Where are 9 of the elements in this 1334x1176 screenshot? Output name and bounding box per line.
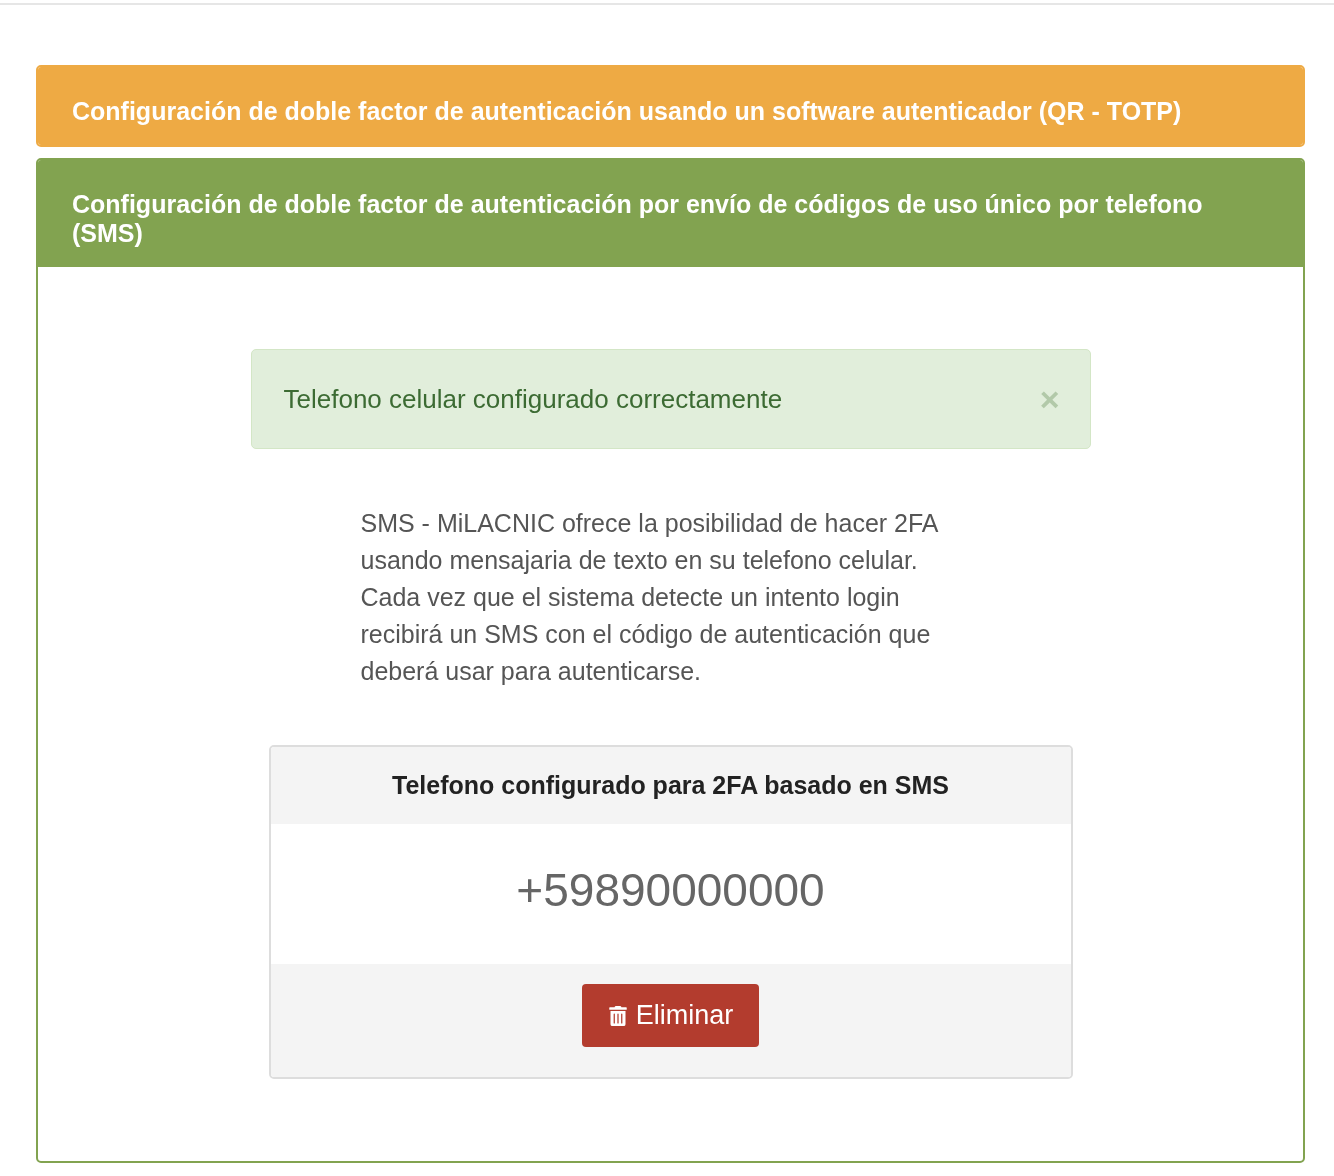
card-title: Telefono configurado para 2FA basado en SMS xyxy=(392,771,949,799)
trash-icon xyxy=(607,1005,628,1026)
close-button[interactable]: × xyxy=(1039,379,1060,419)
delete-button[interactable]: Eliminar xyxy=(581,984,760,1047)
panel-header[interactable]: Configuración de doble factor de autenticación usando un software autenticador (QR - TOTP) xyxy=(38,67,1303,145)
phone-number: +59890000000 xyxy=(516,864,825,916)
description-text: SMS - MiLACNIC ofrece la posibilidad de hacer 2FA usando mensajaria de texto en su telefono celular. Cada vez que el sistema detecte un intento login recibirá un SMS con el código de autenticación que deberá usar para autenticarse. xyxy=(360,508,939,687)
alert-message: Telefono celular configurado correctamente xyxy=(283,383,783,415)
panel-header[interactable]: Configuración de doble factor de autenticación por envío de códigos de uso único por telefono (SMS) xyxy=(38,160,1303,267)
